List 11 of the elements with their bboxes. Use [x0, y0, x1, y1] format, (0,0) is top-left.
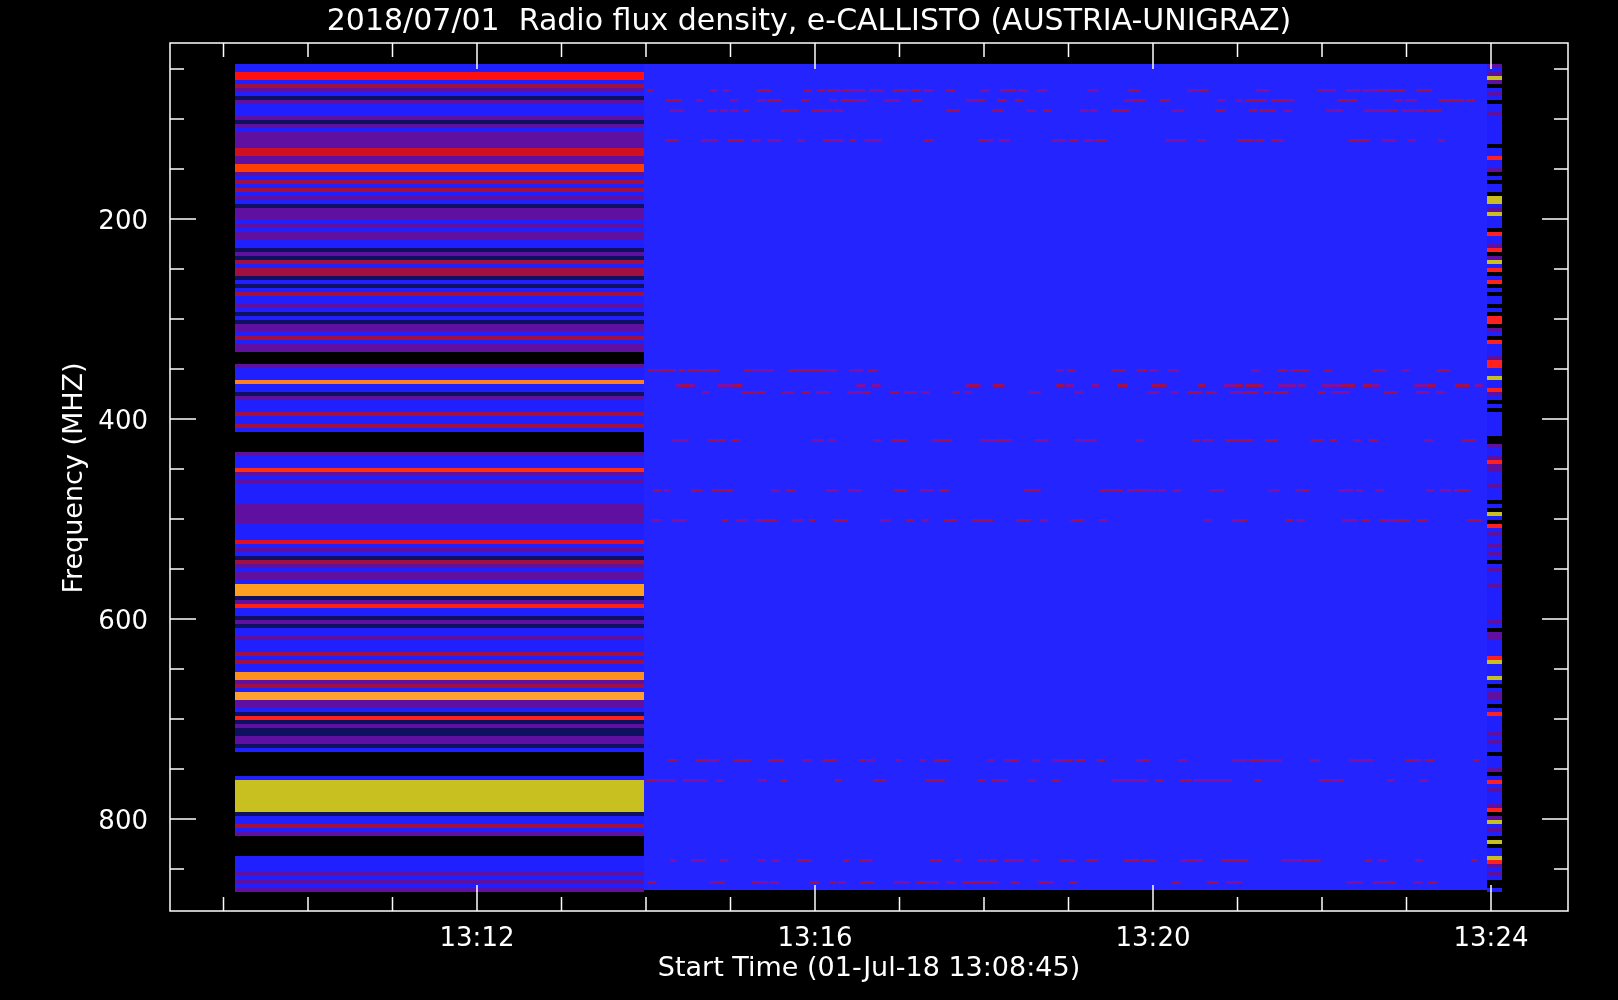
x-tick-label: 13:12 [439, 922, 515, 952]
y-tick-label: 400 [98, 405, 148, 435]
x-tick-label: 13:16 [777, 922, 853, 952]
y-tick-label: 200 [98, 205, 148, 235]
x-tick-label: 13:24 [1453, 922, 1529, 952]
y-tick-label: 600 [98, 605, 148, 635]
chart-title: 2018/07/01 Radio flux density, e-CALLISTO (AUSTRIA-UNIGRAZ) [326, 2, 1292, 37]
x-tick-label: 13:20 [1115, 922, 1191, 952]
y-tick-label: 800 [98, 805, 148, 835]
x-axis-label: Start Time (01-Jul-18 13:08:45) [657, 951, 1081, 982]
y-axis-label: Frequency (MHZ) [57, 362, 88, 594]
